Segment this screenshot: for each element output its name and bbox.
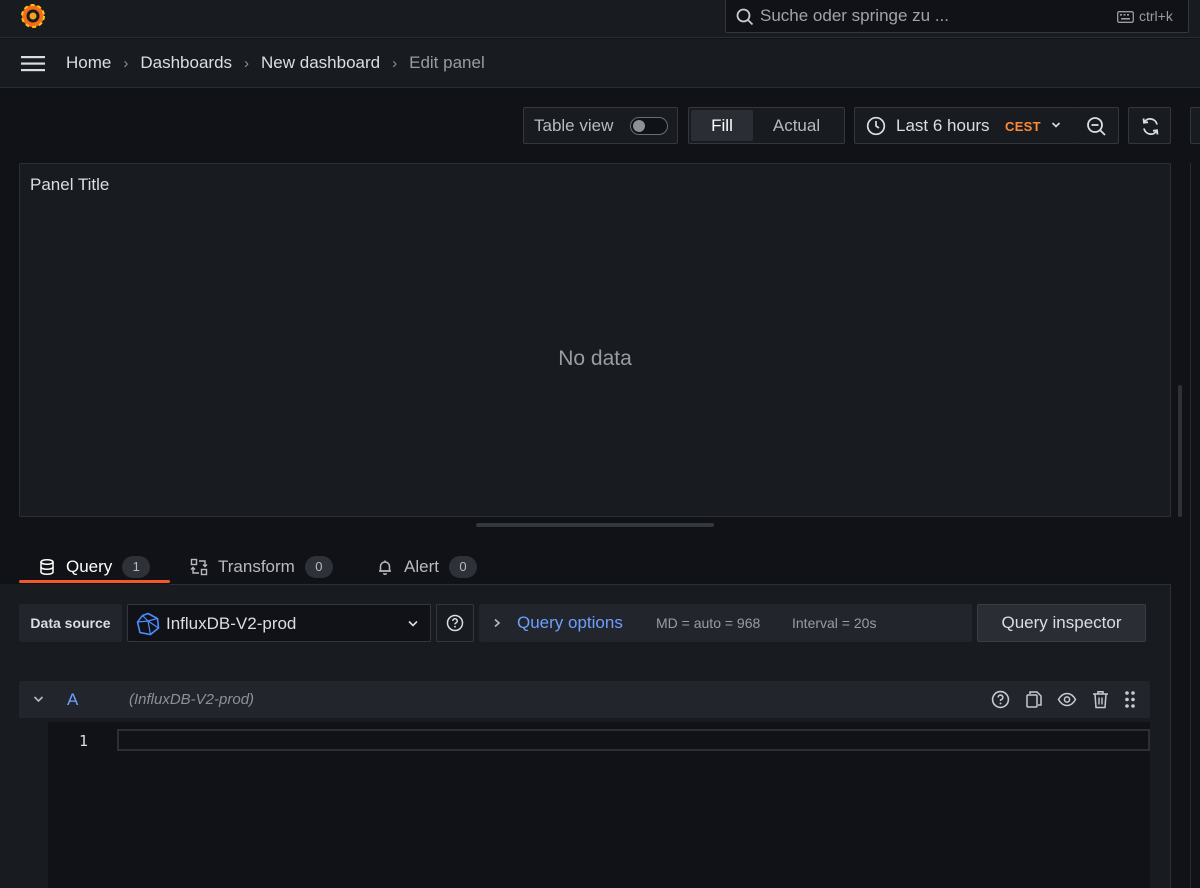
- table-view-label: Table view: [534, 116, 614, 135]
- chevron-right-icon: ›: [244, 54, 250, 72]
- duplicate-icon[interactable]: [1025, 690, 1043, 709]
- transform-icon: [190, 558, 208, 576]
- time-range-label: Last 6 hours: [896, 116, 990, 135]
- table-view-switch[interactable]: [630, 117, 668, 135]
- query-code-editor[interactable]: 1: [48, 722, 1150, 888]
- refresh-icon: [1142, 118, 1159, 135]
- search-icon: [736, 8, 754, 26]
- line-number: 1: [79, 732, 89, 750]
- help-circle-icon[interactable]: [991, 690, 1010, 709]
- zoom-out-button[interactable]: [1075, 107, 1119, 144]
- chevron-down-icon[interactable]: [33, 695, 44, 703]
- actual-button[interactable]: Actual: [753, 110, 840, 141]
- database-icon: [38, 558, 56, 576]
- tab-divider: [170, 584, 1171, 585]
- editor-current-line[interactable]: [117, 729, 1150, 751]
- query-row-header: A (InfluxDB-V2-prod): [19, 681, 1150, 718]
- zoom-out-icon: [1087, 117, 1106, 136]
- tab-transform-count: 0: [304, 556, 333, 578]
- fill-button[interactable]: Fill: [691, 110, 753, 141]
- breadcrumb-dashboards[interactable]: Dashboards: [140, 53, 232, 73]
- options-pane-edge: [1190, 163, 1200, 888]
- switch-knob: [633, 120, 645, 132]
- search-placeholder: Suche oder springe zu ...: [760, 6, 950, 25]
- tab-alert[interactable]: Alert 0: [376, 552, 477, 582]
- influxdb-icon: [136, 612, 160, 636]
- time-range-picker[interactable]: Last 6 hours CEST: [854, 107, 1076, 144]
- panel-preview: Panel Title No data: [19, 163, 1171, 517]
- interval-info: Interval = 20s: [792, 615, 877, 631]
- data-source-select[interactable]: InfluxDB-V2-prod: [127, 604, 431, 642]
- keyboard-icon: [1117, 11, 1134, 23]
- hamburger-menu-icon[interactable]: [21, 55, 45, 73]
- chevron-right-icon: [493, 618, 501, 628]
- breadcrumb-new-dashboard[interactable]: New dashboard: [261, 53, 380, 73]
- refresh-button[interactable]: [1128, 107, 1171, 144]
- search-shortcut: ctrl+k: [1139, 8, 1173, 24]
- tab-alert-count: 0: [448, 556, 477, 578]
- clock-icon: [866, 116, 886, 136]
- breadcrumb-edit-panel: Edit panel: [409, 53, 485, 72]
- data-source-label: Data source: [19, 604, 122, 642]
- resize-splitter-handle[interactable]: [476, 523, 714, 527]
- chevron-right-icon: ›: [392, 54, 398, 72]
- timezone-badge: CEST: [1005, 119, 1041, 134]
- tab-transform-label: Transform: [218, 557, 295, 576]
- drag-handle-icon[interactable]: [1123, 690, 1137, 709]
- fill-actual-group: Fill Actual: [688, 107, 845, 144]
- tab-query-count: 1: [122, 556, 151, 578]
- breadcrumb: Home › Dashboards › New dashboard › Edit…: [66, 53, 485, 73]
- tab-alert-label: Alert: [404, 557, 439, 576]
- chevron-right-icon: ›: [123, 54, 129, 72]
- side-pane-button[interactable]: [1190, 107, 1200, 144]
- table-view-toggle[interactable]: Table view: [523, 107, 678, 144]
- panel-title: Panel Title: [30, 175, 110, 194]
- data-source-help-button[interactable]: [436, 604, 474, 642]
- active-tab-indicator: [19, 580, 170, 583]
- query-options-collapse[interactable]: Query options MD = auto = 968 Interval =…: [479, 604, 972, 642]
- query-inspector-button[interactable]: Query inspector: [977, 604, 1146, 642]
- data-source-name: InfluxDB-V2-prod: [166, 614, 297, 633]
- query-options-label: Query options: [517, 613, 623, 632]
- help-circle-icon: [446, 614, 464, 632]
- query-ref-id[interactable]: A: [67, 690, 78, 710]
- top-bar: Suche oder springe zu ... ctrl+k: [0, 0, 1200, 38]
- tab-query-label: Query: [66, 557, 113, 576]
- chevron-down-icon: [1051, 121, 1061, 129]
- tab-transform[interactable]: Transform 0: [190, 552, 333, 582]
- trash-icon[interactable]: [1092, 690, 1109, 709]
- scrollbar[interactable]: [1178, 385, 1182, 517]
- grafana-logo-icon[interactable]: [18, 1, 48, 31]
- breadcrumb-home[interactable]: Home: [66, 53, 111, 73]
- max-data-points-info: MD = auto = 968: [656, 615, 761, 631]
- no-data-message: No data: [558, 347, 632, 370]
- eye-icon[interactable]: [1057, 690, 1077, 709]
- tab-query[interactable]: Query 1: [38, 552, 151, 582]
- query-datasource-name: (InfluxDB-V2-prod): [129, 691, 255, 708]
- bell-icon: [376, 558, 394, 576]
- chevron-down-icon: [407, 619, 419, 628]
- breadcrumb-bar: Home › Dashboards › New dashboard › Edit…: [0, 39, 1200, 88]
- search-bar[interactable]: Suche oder springe zu ... ctrl+k: [725, 0, 1189, 33]
